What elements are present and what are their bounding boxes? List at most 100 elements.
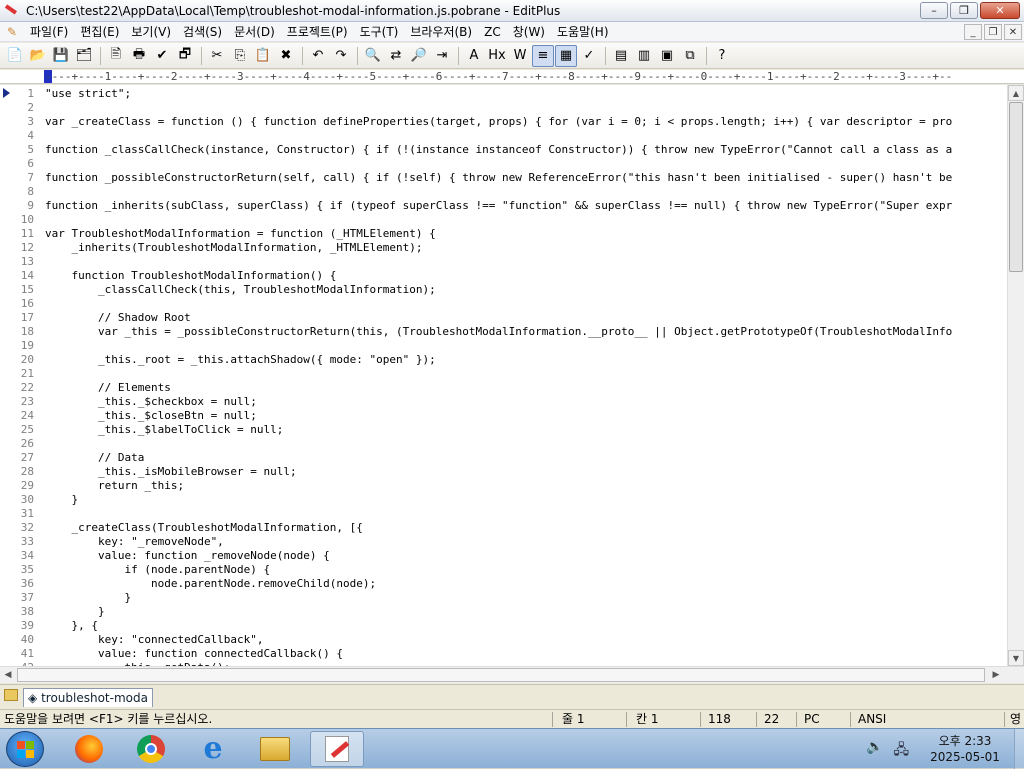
taskbar-file-explorer[interactable] — [248, 731, 302, 767]
menu-tools[interactable]: 도구(T) — [354, 22, 405, 42]
network-icon[interactable]: 🖧 — [893, 739, 909, 763]
horizontal-scroll-thumb[interactable] — [17, 668, 985, 682]
status-filetype[interactable]: PC — [800, 710, 820, 729]
code-line[interactable]: 20 _this._root = _this.attachShadow({ mo… — [0, 353, 1007, 367]
code-line[interactable]: 5 function _classCallCheck(instance, Cons… — [0, 143, 1007, 157]
code-line[interactable]: 32 _createClass(TroubleshotModalInformat… — [0, 521, 1007, 535]
code-line[interactable]: 8 — [0, 185, 1007, 199]
code-line[interactable]: 25 _this._$labelToClick = null; — [0, 423, 1007, 437]
menu-search[interactable]: 검색(S) — [177, 22, 228, 42]
menu-window[interactable]: 창(W) — [507, 22, 551, 42]
undo-button[interactable]: ↶ — [307, 45, 329, 67]
taskbar-chrome[interactable] — [124, 731, 178, 767]
status-encoding[interactable]: ANSI — [854, 710, 886, 729]
code-line[interactable]: 6 — [0, 157, 1007, 171]
column-select-button[interactable]: ▦ — [555, 44, 577, 67]
maximize-button[interactable]: ❐ — [950, 2, 978, 19]
code-line[interactable]: 38 } — [0, 605, 1007, 619]
vertical-scroll-thumb[interactable] — [1009, 102, 1023, 272]
new-file-button[interactable]: 📄 — [4, 45, 26, 67]
code-line[interactable]: 17 // Shadow Root — [0, 311, 1007, 325]
code-line[interactable]: 36 node.parentNode.removeChild(node); — [0, 577, 1007, 591]
doc-restore-button[interactable]: ❐ — [984, 24, 1002, 40]
scroll-right-button[interactable]: ▶ — [988, 667, 1004, 683]
code-line[interactable]: 3 var _createClass = function () { functi… — [0, 115, 1007, 129]
menu-help[interactable]: 도움말(H) — [551, 22, 615, 42]
code-line[interactable]: 19 — [0, 339, 1007, 353]
menu-file[interactable]: 파일(F) — [24, 22, 74, 42]
code-line[interactable]: 11 var TroubleshotModalInformation = func… — [0, 227, 1007, 241]
help-button[interactable]: ? — [711, 45, 733, 67]
cut-button[interactable]: ✂ — [206, 45, 228, 67]
delete-button[interactable]: ✖ — [275, 45, 297, 67]
code-line[interactable]: 27 // Data — [0, 451, 1007, 465]
menu-document[interactable]: 문서(D) — [228, 22, 281, 42]
code-line[interactable]: 7 function _possibleConstructorReturn(sel… — [0, 171, 1007, 185]
menu-browser[interactable]: 브라우저(B) — [404, 22, 478, 42]
save-all-button[interactable]: 🗂 — [73, 45, 95, 67]
document-tab[interactable]: ◈ troubleshot-moda — [23, 688, 153, 707]
code-line[interactable]: 4 — [0, 129, 1007, 143]
code-line[interactable]: 21 — [0, 367, 1007, 381]
taskbar-editplus[interactable] — [310, 731, 364, 767]
find-button[interactable]: 🔍 — [362, 45, 384, 67]
menu-zc[interactable]: ZC — [478, 22, 507, 42]
code-line[interactable]: 23 _this._$checkbox = null; — [0, 395, 1007, 409]
code-line[interactable]: 15 _classCallCheck(this, TroubleshotModa… — [0, 283, 1007, 297]
open-file-button[interactable]: 📂 — [27, 45, 49, 67]
doc-close-button[interactable]: ✕ — [1004, 24, 1022, 40]
code-line[interactable]: 34 value: function _removeNode(node) { — [0, 549, 1007, 563]
horizontal-scrollbar[interactable]: ◀ ▶ — [0, 666, 1024, 683]
line-number-button[interactable]: ≡ — [532, 44, 554, 67]
code-line[interactable]: 13 — [0, 255, 1007, 269]
scroll-left-button[interactable]: ◀ — [0, 667, 16, 683]
code-line[interactable]: 30 } — [0, 493, 1007, 507]
code-line[interactable]: 24 _this._$closeBtn = null; — [0, 409, 1007, 423]
output-button[interactable]: ▣ — [656, 45, 678, 67]
code-line[interactable]: 9 function _inherits(subClass, superClass… — [0, 199, 1007, 213]
browser-view-button[interactable]: 🗗 — [174, 45, 196, 67]
doc-minimize-button[interactable]: _ — [964, 24, 982, 40]
code-line[interactable]: 10 — [0, 213, 1007, 227]
code-line[interactable]: 41 value: function connectedCallback() { — [0, 647, 1007, 661]
fullscreen-button[interactable]: ⧉ — [679, 45, 701, 67]
redo-button[interactable]: ↷ — [330, 45, 352, 67]
code-line[interactable]: 28 _this._isMobileBrowser = null; — [0, 465, 1007, 479]
code-line[interactable]: 1 "use strict"; — [0, 87, 1007, 101]
code-line[interactable]: 12 _inherits(TroubleshotModalInformation… — [0, 241, 1007, 255]
vertical-scrollbar[interactable]: ▲ ▼ — [1007, 85, 1024, 666]
volume-icon[interactable]: 🔈 — [866, 739, 883, 763]
code-line[interactable]: 14 function TroubleshotModalInformation(… — [0, 269, 1007, 283]
show-desktop-button[interactable] — [1014, 729, 1024, 769]
code-line[interactable]: 40 key: "connectedCallback", — [0, 633, 1007, 647]
code-line[interactable]: 39 }, { — [0, 619, 1007, 633]
taskbar-firefox[interactable] — [62, 731, 116, 767]
save-button[interactable]: 💾 — [50, 45, 72, 67]
hex-button[interactable]: Hx — [486, 45, 508, 67]
scroll-up-button[interactable]: ▲ — [1008, 85, 1024, 101]
code-line[interactable]: 35 if (node.parentNode) { — [0, 563, 1007, 577]
title-bar[interactable]: C:\Users\test22\AppData\Local\Temp\troub… — [0, 0, 1024, 22]
check-button[interactable]: ✓ — [578, 45, 600, 67]
print-preview-button[interactable]: 🖹 — [105, 45, 127, 67]
scroll-down-button[interactable]: ▼ — [1008, 650, 1024, 666]
paste-button[interactable]: 📋 — [252, 45, 274, 67]
menu-view[interactable]: 보기(V) — [125, 22, 177, 42]
code-line[interactable]: 2 — [0, 101, 1007, 115]
code-line[interactable]: 33 key: "_removeNode", — [0, 535, 1007, 549]
status-column[interactable]: 칸 1 — [632, 710, 659, 729]
copy-button[interactable]: ⎘ — [229, 45, 251, 67]
code-line[interactable]: 31 — [0, 507, 1007, 521]
code-line[interactable]: 37 } — [0, 591, 1007, 605]
replace-button[interactable]: ⇄ — [385, 45, 407, 67]
cliptext-button[interactable]: ▤ — [610, 45, 632, 67]
editplus-app-icon[interactable] — [4, 3, 20, 19]
code-line[interactable]: 26 — [0, 437, 1007, 451]
goto-button[interactable]: ⇥ — [431, 45, 453, 67]
status-line[interactable]: 줄 1 — [558, 710, 585, 729]
folder-icon[interactable] — [4, 689, 18, 701]
minimize-button[interactable]: – — [920, 2, 948, 19]
menu-project[interactable]: 프로젝트(P) — [281, 22, 354, 42]
font-button[interactable]: A — [463, 45, 485, 67]
code-line[interactable]: 18 var _this = _possibleConstructorRetur… — [0, 325, 1007, 339]
